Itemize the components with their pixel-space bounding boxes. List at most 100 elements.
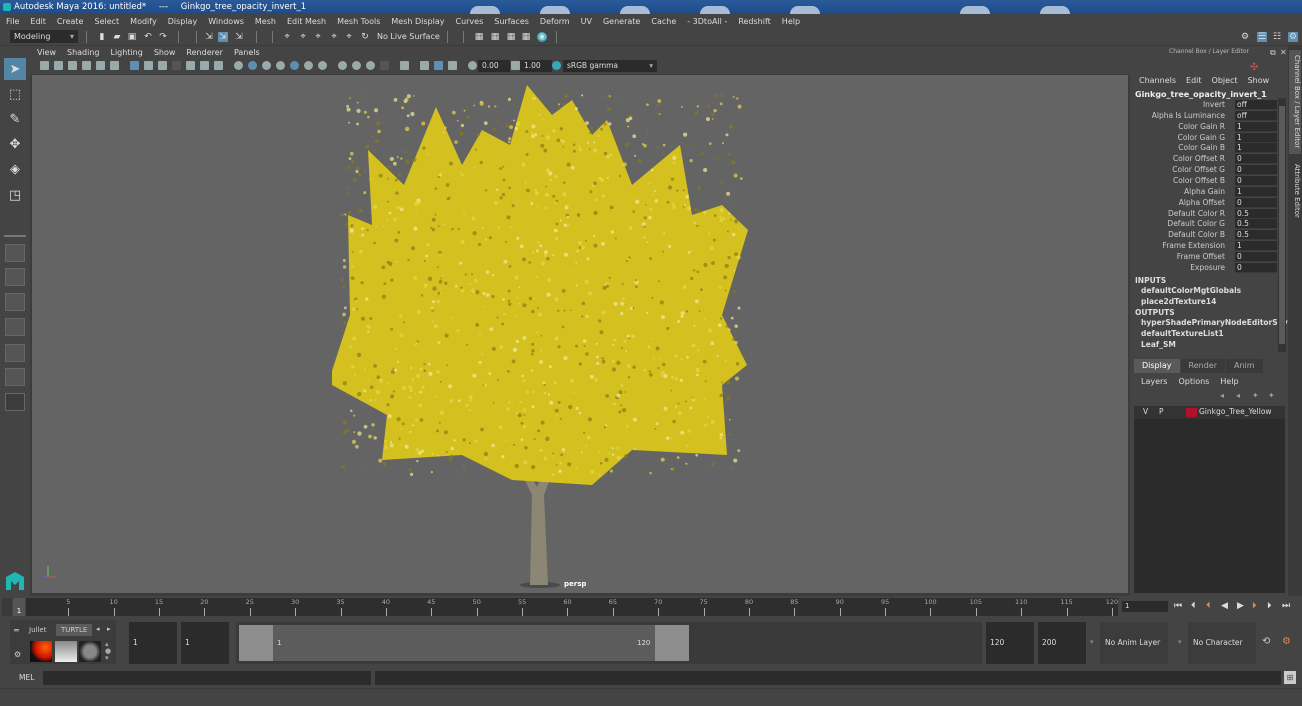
live-surface-field[interactable]: No Live Surface (374, 30, 443, 43)
channel-box-menu-show[interactable]: Show (1248, 76, 1270, 85)
animation-start-field[interactable]: 1 (129, 622, 177, 664)
menu-3dtoall[interactable]: - 3DtoAll - (687, 17, 727, 26)
channel-box-menu-object[interactable]: Object (1212, 76, 1238, 85)
menu-redshift[interactable]: Redshift (738, 17, 770, 26)
gamma-field[interactable]: 1.00 (520, 60, 552, 72)
use-all-lights-icon[interactable] (290, 61, 299, 70)
backface-culling-icon[interactable] (448, 61, 457, 70)
attribute-value[interactable]: 0 (1235, 165, 1277, 176)
menu-select[interactable]: Select (94, 17, 119, 26)
modeling-toolkit-icon[interactable]: ⚙ (1240, 32, 1250, 42)
channel-box-toggle-icon[interactable]: ☰ (1257, 32, 1267, 42)
exposure-icon[interactable] (468, 61, 477, 70)
menu-edit-mesh[interactable]: Edit Mesh (287, 17, 326, 26)
single-perspective-layout-icon[interactable] (5, 244, 25, 262)
tab-render[interactable]: Render (1180, 359, 1225, 373)
menu-mesh[interactable]: Mesh (255, 17, 276, 26)
new-scene-icon[interactable]: ▮ (97, 32, 107, 42)
go-to-end-icon[interactable]: ⏭ (1282, 601, 1290, 611)
layer-row[interactable]: V P Ginkgo_Tree_Yellow (1134, 406, 1285, 419)
menu-windows[interactable]: Windows (208, 17, 244, 26)
character-set-dropdown-icon[interactable]: ▾ (1178, 638, 1182, 646)
exposure-field[interactable]: 0.00 (478, 60, 510, 72)
attribute-label[interactable]: Frame Extension (1162, 241, 1225, 250)
turtle-material-icon[interactable] (79, 641, 101, 662)
snap-grid-icon[interactable]: ⌖ (282, 32, 292, 42)
make-live-icon[interactable]: ↻ (360, 32, 370, 42)
image-plane-icon[interactable] (82, 61, 91, 70)
depth-of-field-icon[interactable] (366, 61, 375, 70)
layer-menu-options[interactable]: Options (1178, 377, 1209, 386)
play-backwards-icon[interactable]: ◀ (1221, 601, 1228, 611)
select-component-icon[interactable]: ⇲ (234, 32, 244, 42)
anim-layer-dropdown[interactable]: No Anim Layer (1100, 622, 1168, 664)
shelf-scroll-right-icon[interactable]: ▸ (107, 625, 111, 633)
step-forward-frame-icon[interactable]: ⏵ (1267, 601, 1272, 611)
turtle-bake-icon[interactable] (30, 641, 52, 662)
range-slider[interactable]: 1 120 (236, 622, 982, 664)
attribute-row[interactable]: Frame Extension 1 (1130, 241, 1277, 252)
attribute-label[interactable]: Default Color G (1167, 219, 1225, 228)
input-node[interactable]: defaultColorMgtGlobals (1141, 286, 1241, 295)
attribute-row[interactable]: Alpha Is Luminance off (1130, 110, 1277, 121)
menu-curves[interactable]: Curves (455, 17, 483, 26)
attribute-row[interactable]: Color Offset B 0 (1130, 175, 1277, 186)
menu-file[interactable]: File (6, 17, 19, 26)
attribute-value[interactable]: 0 (1235, 175, 1277, 186)
attribute-row[interactable]: Color Offset R 0 (1130, 154, 1277, 165)
menu-help[interactable]: Help (782, 17, 800, 26)
render-settings-icon[interactable]: ▦ (474, 32, 484, 42)
attribute-value[interactable]: 0.5 (1235, 230, 1277, 241)
step-back-key-icon[interactable]: ⏴ (1206, 601, 1211, 611)
viewport-menu-shading[interactable]: Shading (67, 48, 100, 57)
move-layer-up-icon[interactable]: ◂ (1220, 391, 1224, 400)
grid-toggle-icon[interactable] (130, 61, 139, 70)
wireframe-on-shaded-icon[interactable] (262, 61, 271, 70)
attribute-value[interactable]: off (1235, 110, 1277, 121)
menu-generate[interactable]: Generate (603, 17, 640, 26)
attribute-label[interactable]: Frame Offset (1177, 252, 1225, 261)
step-back-frame-icon[interactable]: ⏴ (1191, 601, 1196, 611)
attribute-label[interactable]: Default Color R (1168, 209, 1225, 218)
layer-menu-help[interactable]: Help (1220, 377, 1238, 386)
tab-display[interactable]: Display (1134, 359, 1180, 373)
shelf-menu-icon[interactable]: ═ (14, 626, 19, 635)
hypershade-layout-icon[interactable] (5, 344, 25, 362)
snap-live-icon[interactable]: ⌖ (344, 32, 354, 42)
tool-settings-icon[interactable]: ☷ (1272, 32, 1282, 42)
step-forward-key-icon[interactable]: ⏵ (1252, 601, 1257, 611)
viewport-menu-renderer[interactable]: Renderer (186, 48, 223, 57)
xray-active-icon[interactable] (434, 61, 443, 70)
attribute-editor-toggle-icon[interactable]: ⚙ (1288, 32, 1298, 42)
attribute-label[interactable]: Invert (1203, 100, 1225, 109)
menu-create[interactable]: Create (57, 17, 84, 26)
attribute-row[interactable]: Invert off (1130, 100, 1277, 110)
shelf-tab-turtle[interactable]: TURTLE (56, 624, 93, 636)
range-slider-bar-fill[interactable]: 1 120 (239, 625, 689, 661)
gate-mask-icon[interactable] (172, 61, 181, 70)
attribute-value[interactable]: 1 (1235, 241, 1277, 252)
script-editor-icon[interactable]: ⊞ (1284, 671, 1296, 684)
attribute-label[interactable]: Color Offset R (1173, 154, 1225, 163)
channel-box-menu-channels[interactable]: Channels (1139, 76, 1176, 85)
menu-cache[interactable]: Cache (651, 17, 676, 26)
layer-color-swatch[interactable] (1186, 408, 1197, 417)
tab-anim[interactable]: Anim (1225, 359, 1263, 373)
play-forwards-icon[interactable]: ▶ (1237, 601, 1244, 611)
attribute-value[interactable]: 1 (1235, 121, 1277, 132)
move-tool-icon[interactable]: ✥ (4, 133, 26, 155)
rotate-tool-icon[interactable]: ◈ (4, 158, 26, 180)
snap-curve-icon[interactable]: ⌖ (298, 32, 308, 42)
paint-select-tool-icon[interactable]: ✎ (4, 108, 26, 130)
close-panel-icon[interactable]: ✕ (1280, 48, 1287, 57)
layer-playback-toggle[interactable]: P (1159, 407, 1164, 416)
ipr-render-icon[interactable]: ▦ (521, 32, 531, 42)
attribute-value[interactable]: 1 (1235, 132, 1277, 143)
isolate-select-icon[interactable] (380, 61, 389, 70)
layer-visibility-toggle[interactable]: V (1143, 407, 1148, 416)
attribute-label[interactable]: Exposure (1190, 263, 1225, 272)
attribute-row[interactable]: Exposure 0 (1130, 262, 1277, 273)
save-scene-icon[interactable]: ▣ (127, 32, 137, 42)
timeline-ruler[interactable]: 5 10 15 20 25 30 35 40 45 50 55 60 65 70 75 80 85 90 95 100… (26, 598, 1118, 616)
snap-point-icon[interactable]: ⌖ (313, 32, 323, 42)
